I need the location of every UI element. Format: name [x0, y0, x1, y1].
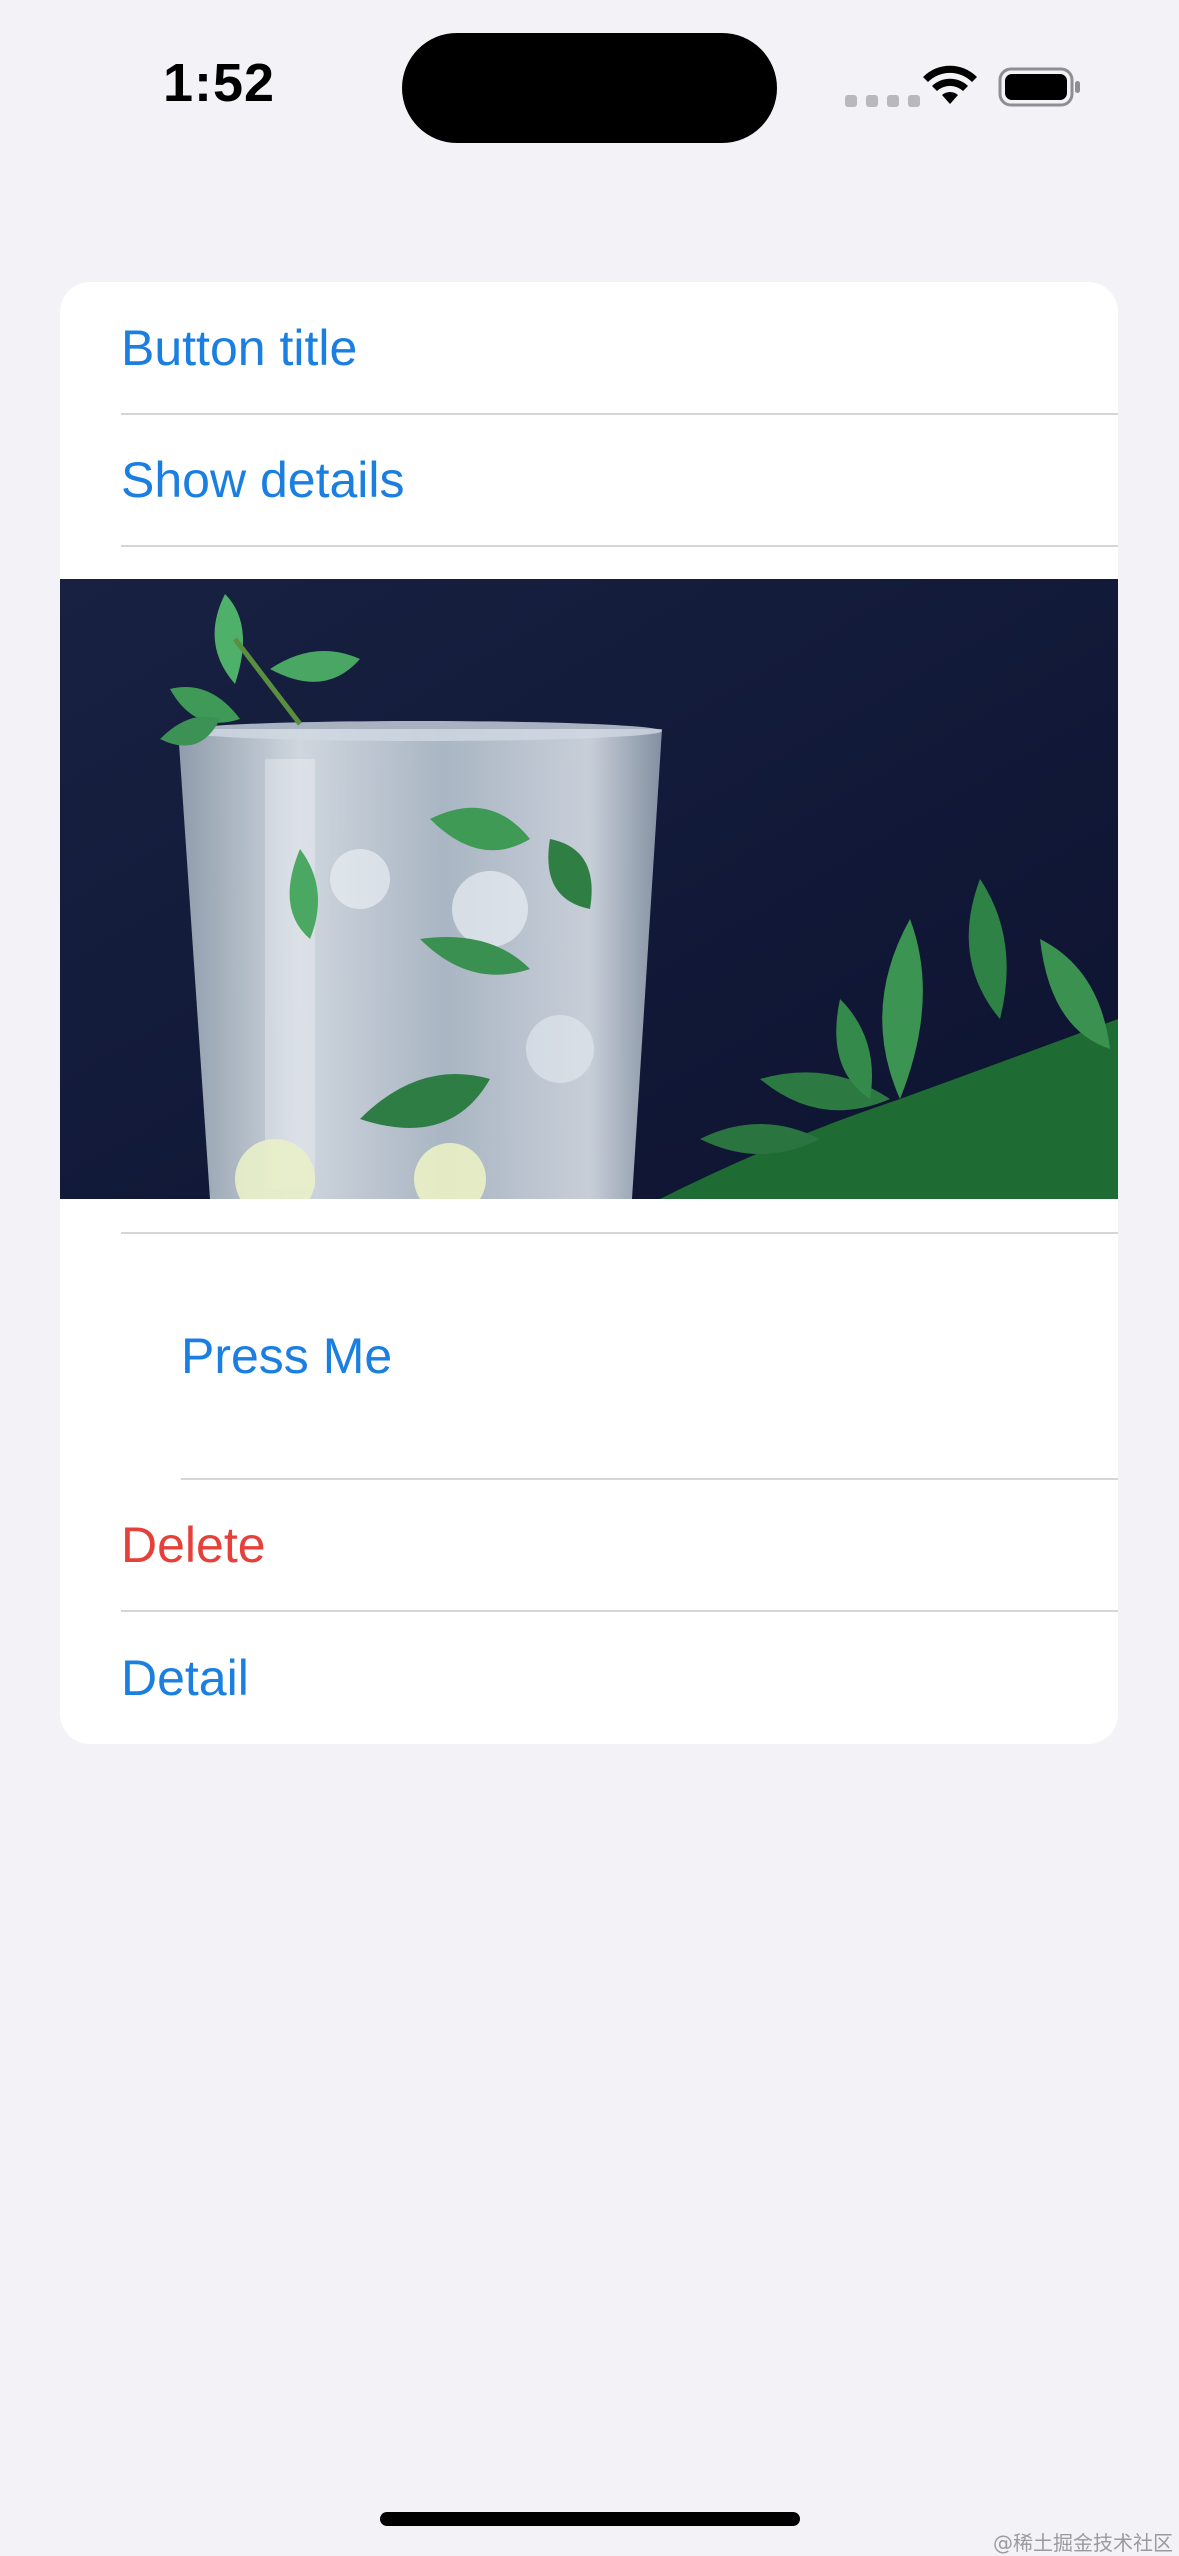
delete-label[interactable]: Delete: [121, 1516, 266, 1574]
signal-icon: [845, 95, 920, 107]
mojito-illustration: [60, 579, 1118, 1199]
delete-row[interactable]: Delete: [60, 1480, 1118, 1610]
list-card: Button title Show details Press Me Delet…: [60, 282, 1118, 1744]
detail-row[interactable]: Detail: [60, 1612, 1118, 1744]
press-me-row[interactable]: Press Me: [60, 1234, 1118, 1478]
home-indicator[interactable]: [380, 2512, 800, 2526]
button-title-label[interactable]: Button title: [121, 319, 357, 377]
show-details-label[interactable]: Show details: [121, 451, 405, 509]
press-me-label[interactable]: Press Me: [181, 1327, 392, 1385]
dynamic-island: [402, 33, 777, 143]
watermark: @稀土掘金技术社区: [993, 2531, 1173, 2555]
button-title-row[interactable]: Button title: [60, 282, 1118, 413]
wifi-icon: [923, 65, 977, 104]
show-details-row[interactable]: Show details: [60, 415, 1118, 545]
divider: [121, 545, 1118, 547]
mojito-image: [60, 579, 1118, 1199]
status-time: 1:52: [163, 53, 276, 113]
detail-label[interactable]: Detail: [121, 1649, 249, 1707]
battery-icon: [998, 67, 1080, 107]
